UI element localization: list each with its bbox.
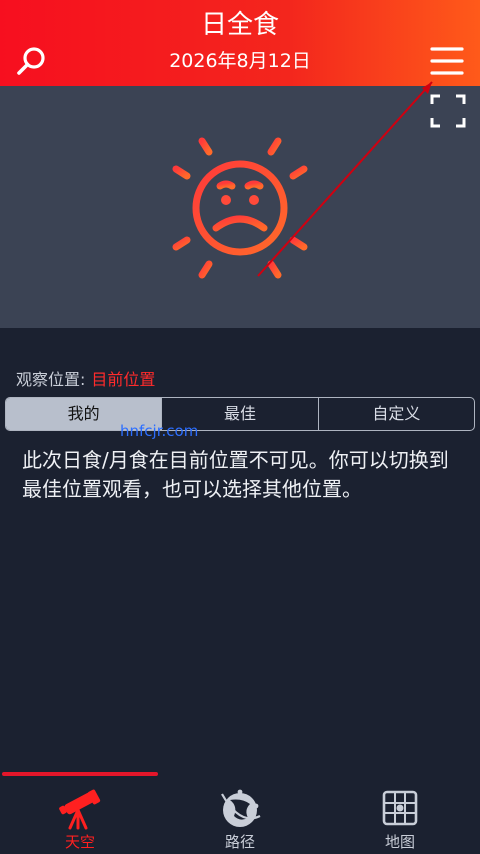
visibility-message: 此次日食/月食在目前位置不可见。你可以切换到最佳位置观看，也可以选择其他位置。 xyxy=(22,448,449,501)
eclipse-date: 2026年8月12日 xyxy=(169,50,311,72)
map-grid-icon xyxy=(376,786,424,830)
nav-item-sky[interactable]: 天空 xyxy=(0,776,160,854)
observation-label: 观察位置: xyxy=(16,370,86,389)
nav-label-path: 路径 xyxy=(224,833,255,851)
observation-location: 观察位置: 目前位置 xyxy=(16,366,155,392)
segment-custom[interactable]: 自定义 xyxy=(319,398,474,430)
nav-item-map[interactable]: 地图 xyxy=(320,776,480,854)
page-title: 日全食 xyxy=(200,10,279,40)
search-icon[interactable] xyxy=(14,44,50,80)
globe-path-icon xyxy=(216,786,264,830)
hamburger-menu-icon[interactable] xyxy=(428,44,466,78)
observation-value[interactable]: 目前位置 xyxy=(91,370,155,389)
nav-item-path[interactable]: 路径 xyxy=(160,776,320,854)
bottom-nav: 天空 路径 地图 xyxy=(0,776,480,854)
telescope-icon xyxy=(56,786,104,830)
location-segmented-control: 我的 最佳 自定义 xyxy=(5,397,475,431)
nav-label-sky: 天空 xyxy=(64,833,95,851)
nav-label-map: 地图 xyxy=(384,833,415,851)
watermark-text: hnfcjr.com xyxy=(120,422,199,440)
sad-sun-icon xyxy=(158,128,320,288)
fullscreen-icon[interactable] xyxy=(430,94,466,128)
app-header: 日全食 2026年8月12日 xyxy=(0,0,480,86)
